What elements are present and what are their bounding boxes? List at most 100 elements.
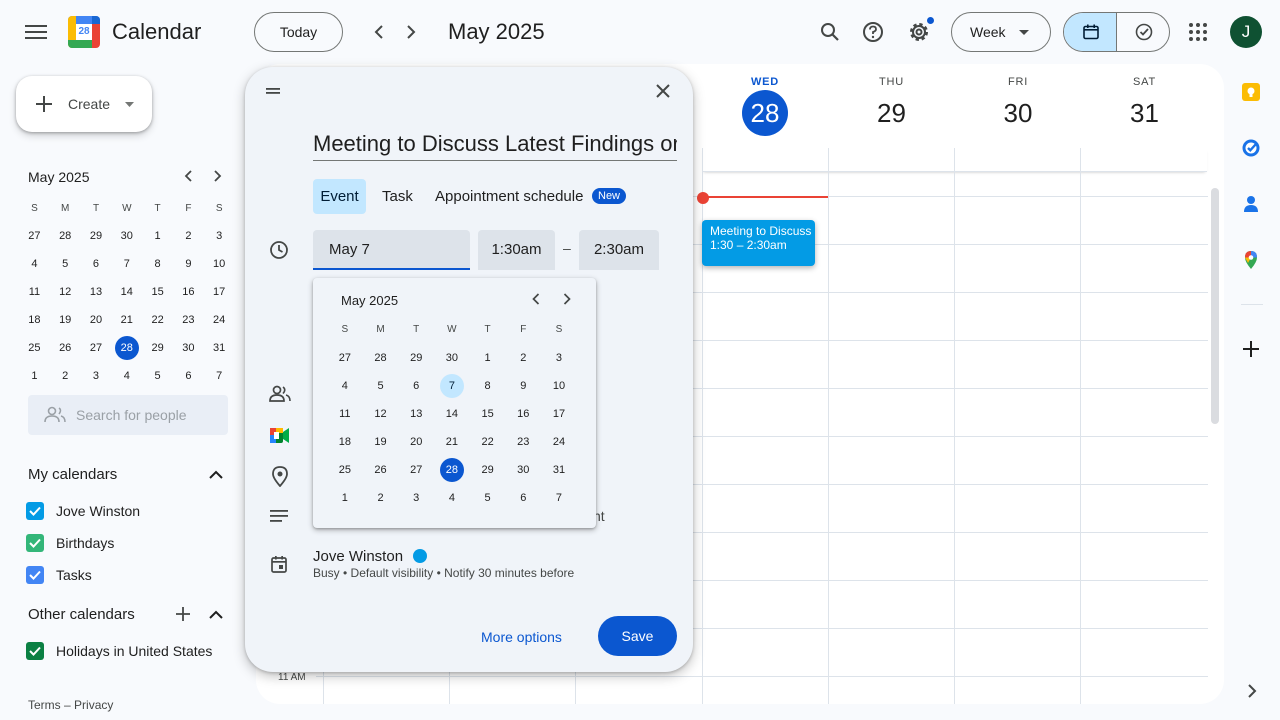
date-picker-day[interactable]: 10 xyxy=(541,374,577,398)
mini-calendar-day[interactable]: 4 xyxy=(111,370,142,382)
date-picker-day[interactable]: 12 xyxy=(363,402,399,426)
grid-scrollbar[interactable] xyxy=(1211,188,1219,424)
get-addons-button[interactable] xyxy=(1241,339,1261,359)
help-button[interactable] xyxy=(853,12,893,52)
mini-calendar-day[interactable]: 10 xyxy=(204,258,235,270)
today-button[interactable]: Today xyxy=(254,12,343,52)
date-picker-day[interactable]: 19 xyxy=(363,430,399,454)
mini-calendar-day[interactable]: 6 xyxy=(81,258,112,270)
drag-handle-icon[interactable] xyxy=(266,88,280,94)
mini-calendar-prev[interactable] xyxy=(180,168,196,184)
calendar-list-item[interactable]: Birthdays xyxy=(26,531,114,555)
date-picker-prev[interactable] xyxy=(529,292,543,306)
mini-calendar-next[interactable] xyxy=(210,168,226,184)
date-picker-day[interactable]: 28 xyxy=(434,458,470,482)
mini-calendar-day[interactable]: 5 xyxy=(142,370,173,382)
date-picker-day[interactable]: 25 xyxy=(327,458,363,482)
day-header[interactable]: SAT 31 xyxy=(1082,64,1208,136)
date-picker-day[interactable]: 29 xyxy=(398,346,434,370)
date-picker-day[interactable]: 23 xyxy=(505,430,541,454)
day-header[interactable]: THU 29 xyxy=(829,64,955,136)
date-picker-day[interactable]: 27 xyxy=(327,346,363,370)
checkbox[interactable] xyxy=(26,642,44,660)
maps-button[interactable] xyxy=(1241,250,1261,270)
tab-event[interactable]: Event xyxy=(313,179,366,214)
mini-calendar-day[interactable]: 22 xyxy=(142,314,173,326)
mini-calendar-day[interactable]: 9 xyxy=(173,258,204,270)
calendar-owner[interactable]: Jove Winston xyxy=(313,548,428,565)
tab-appointment-schedule[interactable]: Appointment schedule xyxy=(435,179,583,214)
calendar-view-button[interactable] xyxy=(1064,13,1117,51)
view-switcher[interactable]: Week xyxy=(951,12,1051,52)
google-apps-button[interactable] xyxy=(1178,12,1218,52)
date-picker-day[interactable]: 22 xyxy=(470,430,506,454)
date-picker-day[interactable]: 9 xyxy=(505,374,541,398)
keep-button[interactable] xyxy=(1241,82,1261,102)
privacy-link[interactable]: Privacy xyxy=(74,698,113,712)
search-people-input[interactable]: Search for people xyxy=(28,395,228,435)
mini-calendar-day[interactable]: 1 xyxy=(19,370,50,382)
mini-calendar-day[interactable]: 29 xyxy=(81,230,112,242)
day-header[interactable]: WED 28 xyxy=(702,64,828,136)
event-title-input[interactable]: Meeting to Discuss Latest Findings on xyxy=(313,129,677,161)
mini-calendar-day[interactable]: 3 xyxy=(204,230,235,242)
mini-calendar-day[interactable]: 25 xyxy=(19,342,50,354)
terms-link[interactable]: Terms xyxy=(28,698,61,712)
expand-side-panel-button[interactable] xyxy=(1245,684,1265,704)
mini-calendar-day[interactable]: 24 xyxy=(204,314,235,326)
checkbox[interactable] xyxy=(26,534,44,552)
date-picker-day[interactable]: 15 xyxy=(470,402,506,426)
mini-calendar-day[interactable]: 8 xyxy=(142,258,173,270)
event-chip[interactable]: Meeting to Discuss 1:30 – 2:30am xyxy=(702,220,815,266)
mini-calendar-day[interactable]: 16 xyxy=(173,286,204,298)
date-picker-day[interactable]: 5 xyxy=(363,374,399,398)
calendar-list-item[interactable]: Tasks xyxy=(26,563,92,587)
date-picker-day[interactable]: 29 xyxy=(470,458,506,482)
tasks-view-button[interactable] xyxy=(1118,13,1169,51)
date-picker-day[interactable]: 2 xyxy=(363,486,399,510)
date-picker-day[interactable]: 5 xyxy=(470,486,506,510)
date-picker-day[interactable]: 3 xyxy=(398,486,434,510)
date-picker-day[interactable]: 18 xyxy=(327,430,363,454)
mini-calendar-day[interactable]: 5 xyxy=(50,258,81,270)
date-picker-day[interactable]: 2 xyxy=(505,346,541,370)
mini-calendar-day[interactable]: 30 xyxy=(173,342,204,354)
date-picker-day[interactable]: 24 xyxy=(541,430,577,454)
mini-calendar-day[interactable]: 29 xyxy=(142,342,173,354)
date-picker-day[interactable]: 6 xyxy=(398,374,434,398)
mini-calendar-day[interactable]: 17 xyxy=(204,286,235,298)
date-picker-day[interactable]: 14 xyxy=(434,402,470,426)
mini-calendar-day[interactable]: 4 xyxy=(19,258,50,270)
date-picker-day[interactable]: 8 xyxy=(470,374,506,398)
mini-calendar-day[interactable]: 28 xyxy=(50,230,81,242)
date-picker-day[interactable]: 1 xyxy=(327,486,363,510)
date-picker-day[interactable]: 1 xyxy=(470,346,506,370)
date-picker-day[interactable]: 28 xyxy=(363,346,399,370)
mini-calendar-day[interactable]: 13 xyxy=(81,286,112,298)
date-picker-day[interactable]: 16 xyxy=(505,402,541,426)
mini-calendar-day[interactable]: 14 xyxy=(111,286,142,298)
mini-calendar-day[interactable]: 1 xyxy=(142,230,173,242)
my-calendars-collapse[interactable] xyxy=(207,466,225,484)
date-picker-day[interactable]: 7 xyxy=(434,374,470,398)
mini-calendar-day[interactable]: 31 xyxy=(204,342,235,354)
date-picker-day[interactable]: 7 xyxy=(541,486,577,510)
date-picker-day[interactable]: 20 xyxy=(398,430,434,454)
mini-calendar-day[interactable]: 12 xyxy=(50,286,81,298)
more-options-button[interactable]: More options xyxy=(481,619,562,655)
checkbox[interactable] xyxy=(26,502,44,520)
create-button[interactable]: Create xyxy=(16,76,152,132)
date-picker-day[interactable]: 13 xyxy=(398,402,434,426)
mini-calendar-day[interactable]: 7 xyxy=(111,258,142,270)
date-field[interactable]: May 7 xyxy=(313,230,470,270)
date-picker-day[interactable]: 6 xyxy=(505,486,541,510)
calendar-list-item[interactable]: Jove Winston xyxy=(26,499,140,523)
end-time-field[interactable]: 2:30am xyxy=(579,230,659,270)
mini-calendar-day[interactable]: 2 xyxy=(50,370,81,382)
mini-calendar-day[interactable]: 28 xyxy=(111,336,142,360)
tasks-button[interactable] xyxy=(1241,138,1261,158)
mini-calendar-day[interactable]: 11 xyxy=(19,286,50,298)
date-picker-next[interactable] xyxy=(560,292,574,306)
add-other-calendar-button[interactable] xyxy=(174,605,192,623)
date-picker-day[interactable]: 11 xyxy=(327,402,363,426)
